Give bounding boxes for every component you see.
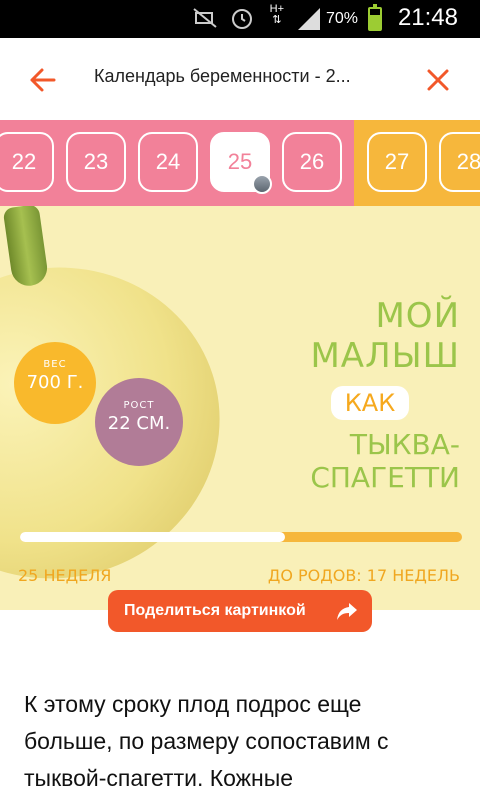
back-arrow-icon[interactable] bbox=[28, 66, 56, 94]
headline-line3: ТЫКВА-СПАГЕТТИ bbox=[310, 428, 460, 494]
week-tab-28[interactable]: 28 bbox=[439, 132, 480, 192]
current-week-label: 25 НЕДЕЛЯ bbox=[18, 566, 112, 585]
article-text: К этому сроку плод подрос еще больше, по… bbox=[24, 691, 389, 791]
page-title: Календарь беременности - 2... bbox=[94, 66, 351, 86]
share-arrow-icon bbox=[336, 601, 358, 621]
week-tab-23[interactable]: 23 bbox=[66, 132, 126, 192]
close-icon[interactable] bbox=[426, 68, 450, 92]
height-label: РОСТ bbox=[123, 400, 155, 411]
week-tab-label: 25 bbox=[227, 149, 253, 174]
headline-line1: МОЙ МАЛЫШ bbox=[310, 296, 460, 376]
avatar bbox=[252, 174, 272, 194]
progress-fill bbox=[20, 532, 286, 542]
week-tab-24[interactable]: 24 bbox=[138, 132, 198, 192]
week-tab-22[interactable]: 22 bbox=[0, 132, 54, 192]
headline-line2: КАК bbox=[330, 386, 410, 420]
height-value: 22 СМ. bbox=[107, 413, 171, 434]
network-type: H+ ⇅ bbox=[269, 3, 284, 26]
signal-icon bbox=[296, 8, 322, 34]
mute-icon bbox=[192, 7, 218, 33]
weight-label: ВЕС bbox=[43, 359, 67, 370]
app-bar: Календарь беременности - 2... bbox=[0, 38, 480, 120]
status-bar: H+ ⇅ 70% 21:48 bbox=[0, 0, 480, 38]
week-tab-25[interactable]: 25 bbox=[210, 132, 272, 194]
week-selector: 22 23 24 25 26 27 28 bbox=[0, 120, 480, 206]
pregnancy-progress-bar bbox=[20, 532, 462, 542]
share-button-label: Поделиться картинкой bbox=[124, 602, 306, 619]
weeks-remaining-label: ДО РОДОВ: 17 НЕДЕЛЬ bbox=[267, 566, 460, 585]
week-tab-26[interactable]: 26 bbox=[282, 132, 342, 192]
alarm-icon bbox=[230, 6, 254, 34]
clock: 21:48 bbox=[397, 4, 458, 31]
weight-badge: ВЕС 700 Г. bbox=[14, 342, 96, 424]
battery-percent: 70% bbox=[325, 10, 358, 27]
height-badge: РОСТ 22 СМ. bbox=[95, 378, 183, 466]
week-tab-27[interactable]: 27 bbox=[367, 132, 427, 192]
battery-icon bbox=[368, 4, 382, 31]
week-illustration: ВЕС 700 Г. РОСТ 22 СМ. МОЙ МАЛЫШ КАК ТЫК… bbox=[0, 206, 480, 610]
weight-value: 700 Г. bbox=[26, 372, 84, 393]
size-headline: МОЙ МАЛЫШ КАК ТЫКВА-СПАГЕТТИ bbox=[220, 296, 460, 494]
share-image-button[interactable]: Поделиться картинкой bbox=[108, 590, 372, 632]
